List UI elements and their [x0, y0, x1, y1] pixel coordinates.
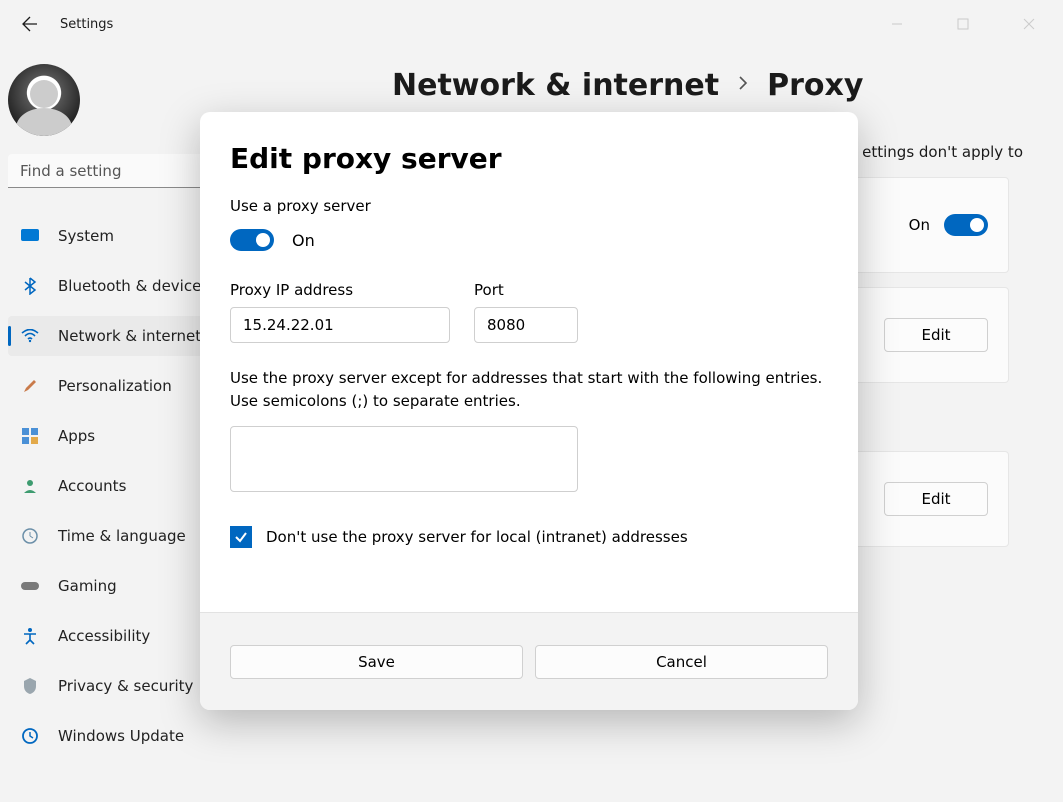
proxy-ip-input[interactable] [230, 307, 450, 343]
local-bypass-label: Don't use the proxy server for local (in… [266, 528, 688, 546]
sidebar-item-label: Accessibility [58, 627, 150, 645]
local-bypass-checkbox[interactable] [230, 526, 252, 548]
sidebar-item-label: Gaming [58, 577, 117, 595]
accessibility-icon [20, 626, 40, 646]
shield-icon [20, 676, 40, 696]
cancel-button[interactable]: Cancel [535, 645, 828, 679]
titlebar: Settings [0, 0, 1063, 48]
sidebar-item-windows-update[interactable]: Windows Update [8, 716, 296, 756]
sidebar-item-label: Personalization [58, 377, 172, 395]
minimize-button[interactable] [879, 10, 915, 38]
toggle-label: On [909, 216, 930, 234]
sidebar-item-label: Network & internet [58, 327, 201, 345]
sidebar-item-label: Accounts [58, 477, 126, 495]
proxy-port-input[interactable] [474, 307, 578, 343]
breadcrumb-current: Proxy [767, 68, 863, 103]
close-icon [1023, 18, 1035, 30]
breadcrumb-parent[interactable]: Network & internet [392, 68, 719, 103]
toggle-state-label: On [292, 231, 315, 250]
exceptions-label: Use the proxy server except for addresse… [230, 367, 828, 412]
sidebar-item-label: Privacy & security [58, 677, 193, 695]
window-controls [879, 10, 1053, 38]
ip-label: Proxy IP address [230, 281, 450, 299]
maximize-icon [957, 18, 969, 30]
sidebar-item-label: System [58, 227, 114, 245]
user-avatar[interactable] [8, 64, 80, 136]
close-button[interactable] [1011, 10, 1047, 38]
paintbrush-icon [20, 376, 40, 396]
arrow-left-icon [22, 16, 38, 32]
globe-clock-icon [20, 526, 40, 546]
sidebar-item-label: Time & language [58, 527, 186, 545]
chevron-right-icon [737, 74, 749, 97]
sidebar-item-label: Bluetooth & devices [58, 277, 209, 295]
sidebar-item-label: Apps [58, 427, 95, 445]
apps-icon [20, 426, 40, 446]
person-icon [20, 476, 40, 496]
dialog-title: Edit proxy server [230, 142, 828, 175]
save-button[interactable]: Save [230, 645, 523, 679]
gamepad-icon [20, 576, 40, 596]
back-button[interactable] [18, 12, 42, 36]
sidebar-item-label: Windows Update [58, 727, 184, 745]
app-title: Settings [60, 17, 113, 32]
maximize-button[interactable] [945, 10, 981, 38]
edit-button[interactable]: Edit [884, 318, 988, 352]
use-proxy-label: Use a proxy server [230, 197, 828, 215]
edit-proxy-dialog: Edit proxy server Use a proxy server On … [200, 112, 858, 710]
edit-button[interactable]: Edit [884, 482, 988, 516]
use-proxy-toggle[interactable] [230, 229, 274, 251]
update-icon [20, 726, 40, 746]
minimize-icon [891, 18, 903, 30]
breadcrumb: Network & internet Proxy [392, 68, 1033, 103]
port-label: Port [474, 281, 578, 299]
wifi-icon [20, 326, 40, 346]
bluetooth-icon [20, 276, 40, 296]
exceptions-input[interactable] [230, 426, 578, 492]
check-icon [234, 530, 248, 544]
toggle-switch[interactable] [944, 214, 988, 236]
display-icon [20, 226, 40, 246]
